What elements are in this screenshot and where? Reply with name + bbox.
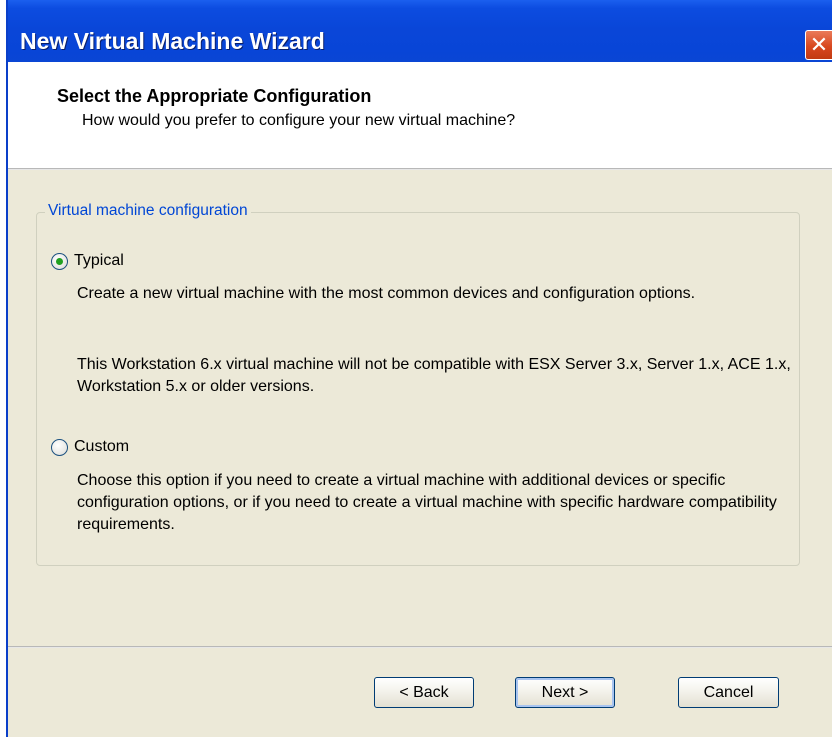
footer-divider [8,646,832,648]
custom-label: Custom [74,438,130,455]
close-icon: ✕ [809,32,829,57]
custom-description: Choose this option if you need to create… [77,472,777,533]
page-title: Select the Appropriate Configuration [57,86,372,106]
configuration-groupbox: Virtual machine configuration Typical Cr… [36,202,800,566]
configuration-group-label: Virtual machine configuration [45,202,251,220]
custom-option[interactable]: Custom [51,438,129,456]
page-subtitle: How would you prefer to configure your n… [82,112,516,129]
typical-compatibility-note: This Workstation 6.x virtual machine wil… [77,356,791,395]
wizard-body: Virtual machine configuration Typical Cr… [8,170,832,737]
next-button[interactable]: Next > [515,677,615,708]
window-left-edge [0,0,8,737]
custom-radio[interactable] [51,438,68,456]
typical-description: Create a new virtual machine with the mo… [77,285,696,302]
cancel-button[interactable]: Cancel [678,677,779,708]
typical-label: Typical [74,252,124,269]
back-button[interactable]: < Back [374,677,474,708]
typical-radio[interactable] [51,252,68,270]
wizard-header: Select the Appropriate Configuration How… [8,62,832,168]
close-button[interactable]: ✕ [805,30,832,60]
window-title: New Virtual Machine Wizard [20,28,325,54]
wizard-window: New Virtual Machine Wizard ✕ Select the … [8,0,832,737]
typical-option[interactable]: Typical [51,252,124,270]
